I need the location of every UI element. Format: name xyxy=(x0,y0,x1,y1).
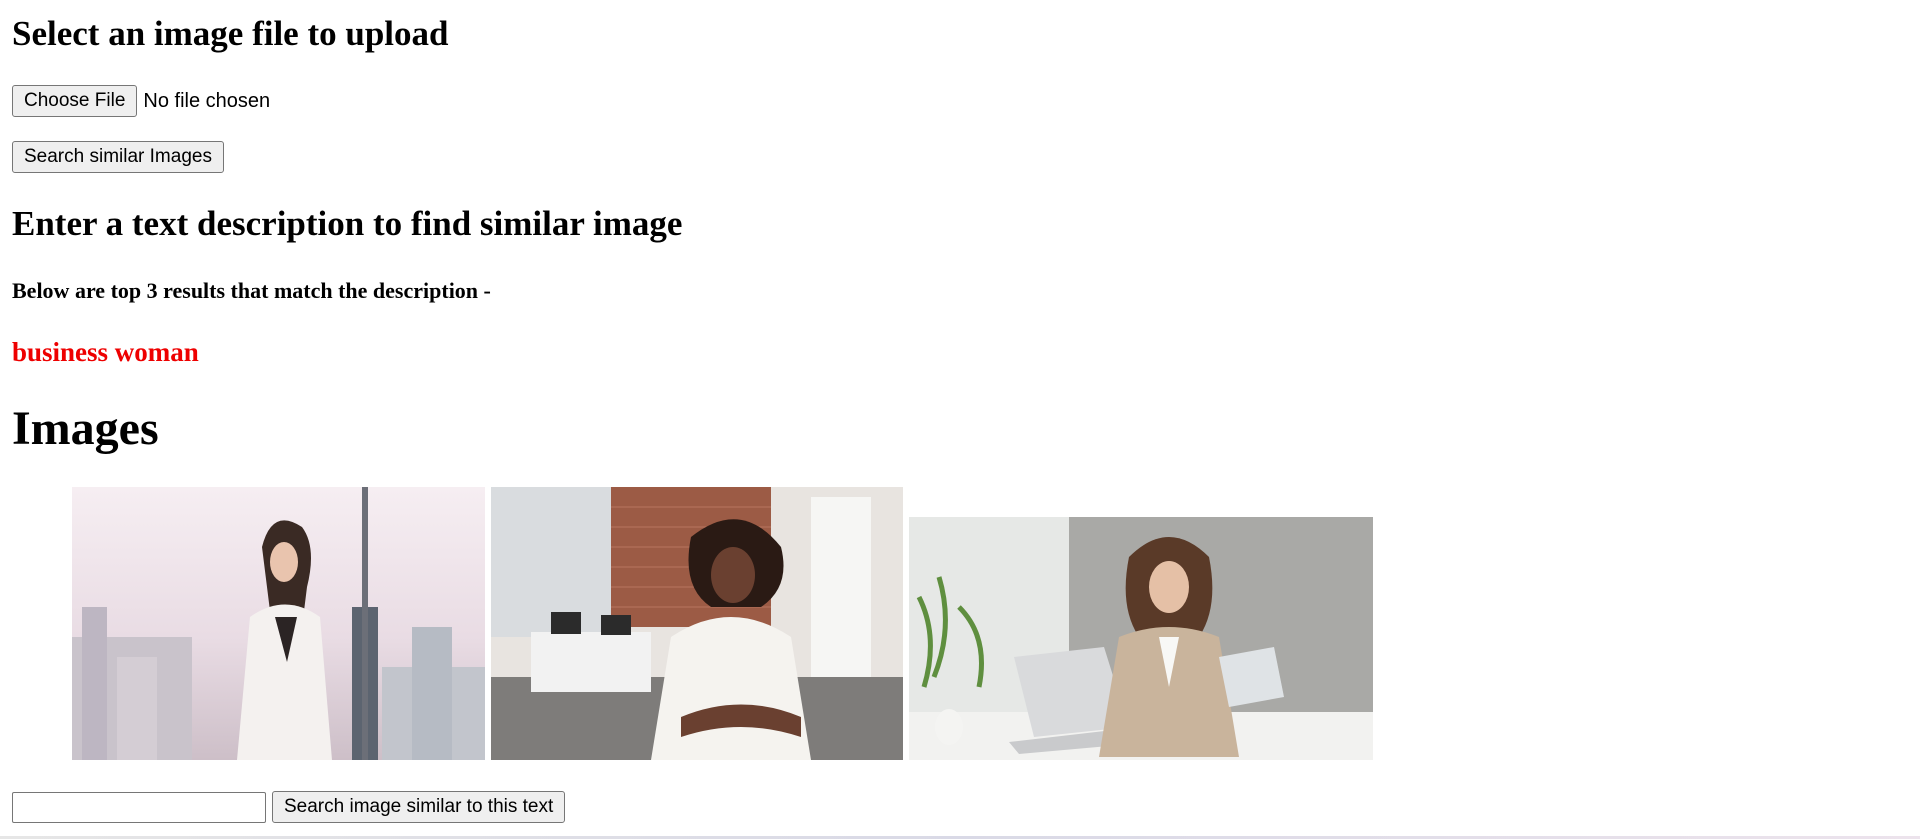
result-image-2 xyxy=(491,487,903,760)
description-input[interactable] xyxy=(12,791,266,823)
file-picker[interactable]: Choose File No file chosen xyxy=(12,85,270,117)
text-search-heading: Enter a text description to find similar… xyxy=(12,204,683,243)
text-search-form: Search image similar to this text xyxy=(12,791,566,823)
search-similar-images-button[interactable]: Search similar Images xyxy=(12,141,224,173)
query-text: business woman xyxy=(12,337,199,367)
file-status-text: No file chosen xyxy=(143,89,271,112)
search-by-text-button[interactable]: Search image similar to this text xyxy=(272,791,566,823)
choose-file-button[interactable]: Choose File xyxy=(12,85,138,117)
result-image-1 xyxy=(72,487,485,760)
result-image-3 xyxy=(909,517,1373,760)
upload-heading: Select an image file to upload xyxy=(12,14,449,53)
results-caption: Below are top 3 results that match the d… xyxy=(12,278,491,303)
images-heading: Images xyxy=(12,402,159,455)
